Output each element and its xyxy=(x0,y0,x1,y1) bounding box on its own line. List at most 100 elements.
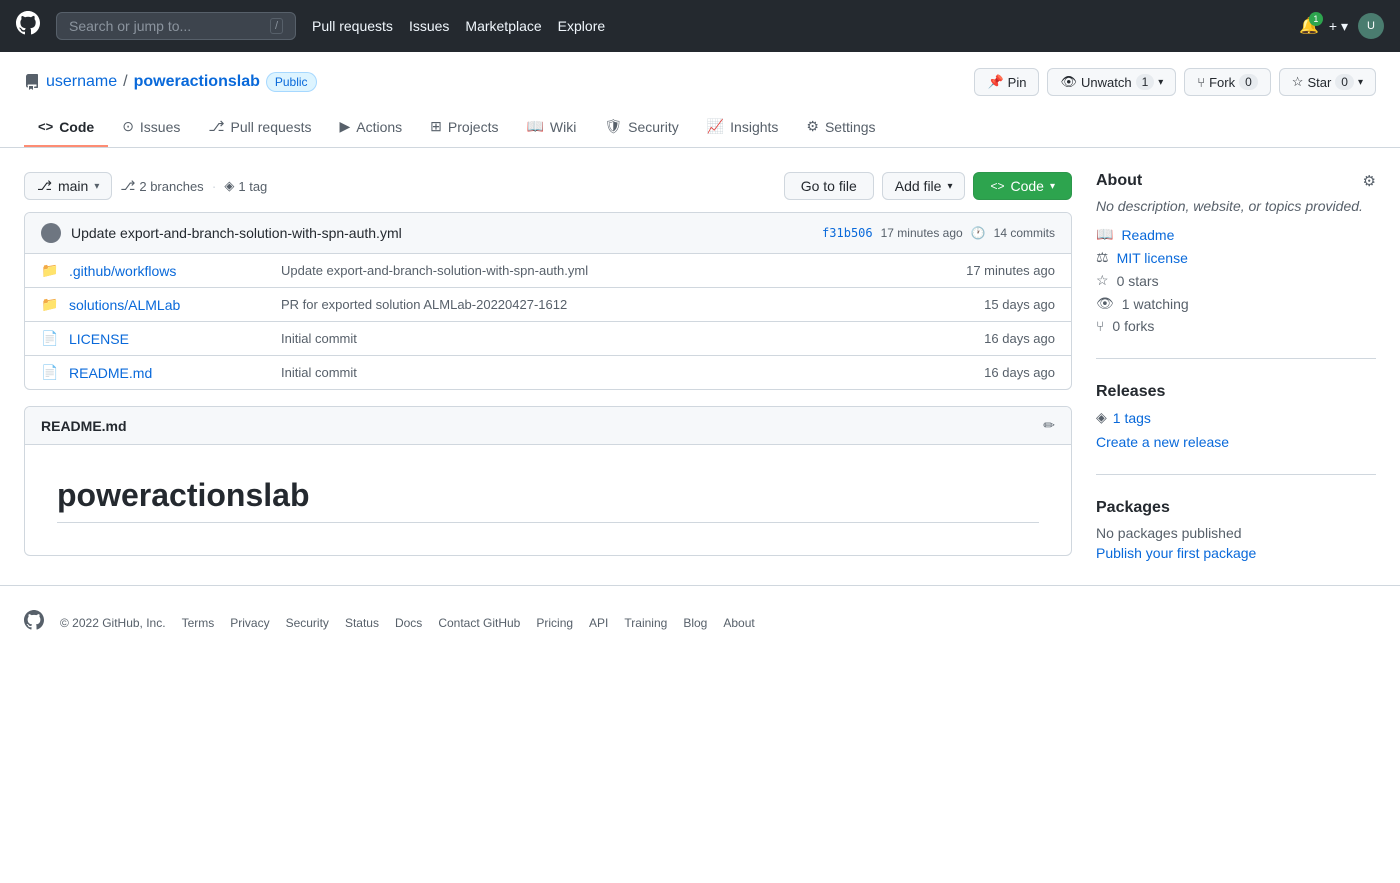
edit-readme-icon[interactable]: ✏ xyxy=(1043,417,1055,434)
meta-links: ⎇ 2 branches · ◈ 1 tag xyxy=(120,178,267,194)
releases-title: Releases xyxy=(1096,383,1376,401)
license-link[interactable]: MIT license xyxy=(1117,250,1188,266)
file-time: 16 days ago xyxy=(984,365,1055,380)
branch-select-button[interactable]: ⎇ main ▾ xyxy=(24,172,112,200)
nav-issues[interactable]: Issues xyxy=(409,18,449,34)
issues-tab-icon: ⊙ xyxy=(122,118,134,135)
nav-bar: Search or jump to... / Pull requests Iss… xyxy=(0,0,1400,52)
bell-icon[interactable]: 🔔 1 xyxy=(1299,16,1319,36)
notification-badge: 1 xyxy=(1309,12,1323,26)
file-name-link[interactable]: README.md xyxy=(69,365,269,381)
no-packages-text: No packages published xyxy=(1096,525,1376,541)
footer: © 2022 GitHub, Inc. Terms Privacy Securi… xyxy=(0,585,1400,660)
repo-breadcrumb-icon xyxy=(24,74,40,90)
tab-code[interactable]: <> Code xyxy=(24,108,108,147)
visibility-badge: Public xyxy=(266,72,317,92)
commit-message-link[interactable]: Update export-and-branch-solution-with-s… xyxy=(71,225,812,241)
file-time: 17 minutes ago xyxy=(966,263,1055,278)
commit-sha-link[interactable]: f31b506 xyxy=(822,226,873,240)
code-chevron-icon: ▾ xyxy=(1050,181,1055,192)
file-name-link[interactable]: solutions/ALMLab xyxy=(69,297,269,313)
nav-pull-requests[interactable]: Pull requests xyxy=(312,18,393,34)
nav-explore[interactable]: Explore xyxy=(558,18,605,34)
go-to-file-button[interactable]: Go to file xyxy=(784,172,874,200)
tab-insights[interactable]: 📈 Insights xyxy=(693,108,793,147)
code-button[interactable]: <> Code ▾ xyxy=(973,172,1072,200)
publish-package-link[interactable]: Publish your first package xyxy=(1096,545,1256,561)
file-row: 📁 solutions/ALMLab PR for exported solut… xyxy=(25,288,1071,322)
footer-privacy-link[interactable]: Privacy xyxy=(230,616,269,630)
file-commit-msg: Update export-and-branch-solution-with-s… xyxy=(281,263,954,278)
file-doc-icon: 📄 xyxy=(41,364,57,381)
main-content: ⎇ main ▾ ⎇ 2 branches · ◈ 1 tag Go to fi… xyxy=(0,148,1400,585)
insights-tab-icon: 📈 xyxy=(707,118,724,135)
file-name-link[interactable]: LICENSE xyxy=(69,331,269,347)
tab-issues[interactable]: ⊙ Issues xyxy=(108,108,194,147)
watch-button[interactable]: 👁 Unwatch 1 ▾ xyxy=(1047,68,1176,96)
fork-button[interactable]: ⑂ Fork 0 xyxy=(1184,68,1271,96)
nav-marketplace[interactable]: Marketplace xyxy=(465,18,541,34)
create-release-link[interactable]: Create a new release xyxy=(1096,434,1229,450)
footer-pricing-link[interactable]: Pricing xyxy=(536,616,573,630)
footer-terms-link[interactable]: Terms xyxy=(182,616,215,630)
repo-action-buttons: 📌 Pin 👁 Unwatch 1 ▾ ⑂ Fork 0 ☆ Star 0 ▾ xyxy=(974,68,1376,96)
tab-security[interactable]: 🛡 Security xyxy=(590,108,692,147)
gear-icon[interactable]: ⚙ xyxy=(1363,172,1376,190)
readme-link[interactable]: Readme xyxy=(1121,227,1174,243)
pin-button[interactable]: 📌 Pin xyxy=(974,68,1039,96)
tab-pull-requests[interactable]: ⎇ Pull requests xyxy=(194,108,325,147)
github-logo-icon[interactable] xyxy=(16,11,40,41)
footer-api-link[interactable]: API xyxy=(589,616,608,630)
fork-count: 0 xyxy=(1239,74,1258,90)
file-row: 📄 README.md Initial commit 16 days ago xyxy=(25,356,1071,389)
branches-icon: ⎇ xyxy=(120,178,135,194)
footer-security-link[interactable]: Security xyxy=(286,616,329,630)
repo-name-link[interactable]: poweractionslab xyxy=(134,73,260,91)
footer-contact-link[interactable]: Contact GitHub xyxy=(438,616,520,630)
avatar[interactable]: U xyxy=(1358,13,1384,39)
file-row: 📄 LICENSE Initial commit 16 days ago xyxy=(25,322,1071,356)
about-section: About ⚙ No description, website, or topi… xyxy=(1096,172,1376,359)
balance-scale-icon: ⚖ xyxy=(1096,249,1109,266)
tab-actions[interactable]: ▶ Actions xyxy=(325,108,416,147)
footer-about-link[interactable]: About xyxy=(723,616,754,630)
tab-settings[interactable]: ⚙ Settings xyxy=(792,108,889,147)
repo-main: ⎇ main ▾ ⎇ 2 branches · ◈ 1 tag Go to fi… xyxy=(24,172,1072,561)
repo-breadcrumb: username / poweractionslab Public 📌 Pin … xyxy=(24,68,1376,96)
folder-icon: 📁 xyxy=(41,296,57,313)
search-shortcut-icon: / xyxy=(270,18,283,34)
tab-projects[interactable]: ⊞ Projects xyxy=(416,108,512,147)
tags-link[interactable]: ◈ 1 tag xyxy=(224,178,267,194)
sidebar-watching-item: 👁 1 watching xyxy=(1096,295,1376,312)
packages-section: Packages No packages published Publish y… xyxy=(1096,499,1376,561)
sidebar-license-item: ⚖ MIT license xyxy=(1096,249,1376,266)
tags-releases-link[interactable]: 1 tags xyxy=(1113,410,1151,426)
star-count: 0 xyxy=(1335,74,1354,90)
file-doc-icon: 📄 xyxy=(41,330,57,347)
branch-name: main xyxy=(58,178,88,194)
settings-tab-icon: ⚙ xyxy=(806,118,819,135)
actions-tab-icon: ▶ xyxy=(339,118,350,135)
tag-releases-icon: ◈ xyxy=(1096,409,1107,426)
eye-icon-sidebar: 👁 xyxy=(1096,295,1114,312)
owner-link[interactable]: username xyxy=(46,73,117,91)
footer-training-link[interactable]: Training xyxy=(624,616,667,630)
file-name-link[interactable]: .github/workflows xyxy=(69,263,269,279)
code-tab-icon: <> xyxy=(38,119,53,134)
star-button[interactable]: ☆ Star 0 ▾ xyxy=(1279,68,1376,96)
sidebar-readme-item: 📖 Readme xyxy=(1096,226,1376,243)
footer-blog-link[interactable]: Blog xyxy=(683,616,707,630)
toolbar-right: Go to file Add file ▾ <> Code ▾ xyxy=(784,172,1072,200)
footer-status-link[interactable]: Status xyxy=(345,616,379,630)
readme-title: README.md xyxy=(41,418,127,434)
branches-link[interactable]: ⎇ 2 branches xyxy=(120,178,203,194)
footer-github-logo-icon xyxy=(24,610,44,636)
search-input[interactable]: Search or jump to... / xyxy=(56,12,296,40)
tab-wiki[interactable]: 📖 Wiki xyxy=(512,108,590,147)
about-desc: No description, website, or topics provi… xyxy=(1096,198,1376,214)
footer-docs-link[interactable]: Docs xyxy=(395,616,422,630)
nav-right: 🔔 1 + ▾ U xyxy=(1299,13,1384,39)
plus-dropdown-button[interactable]: + ▾ xyxy=(1329,18,1348,35)
commit-history-link[interactable]: 14 commits xyxy=(994,226,1055,240)
add-file-button[interactable]: Add file ▾ xyxy=(882,172,966,200)
